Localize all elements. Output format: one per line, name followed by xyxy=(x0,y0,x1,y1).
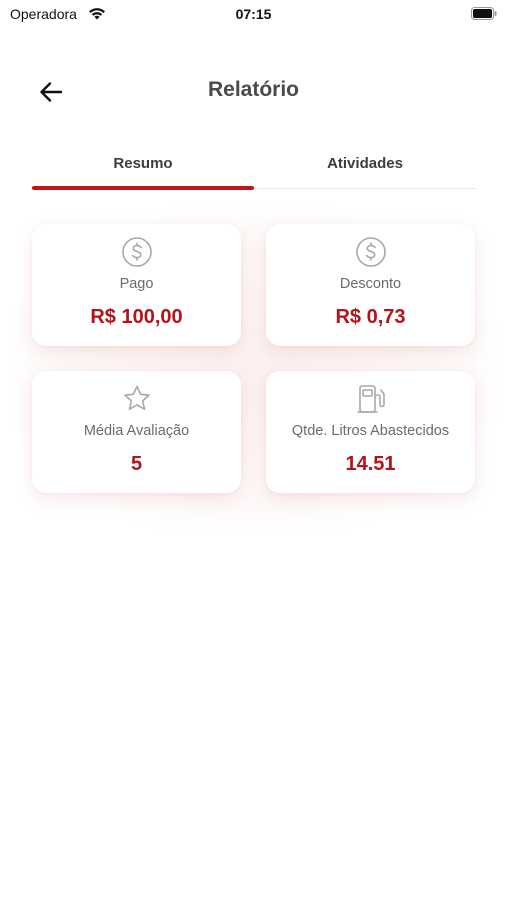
tab-resumo-label: Resumo xyxy=(113,155,173,172)
card-pago: Pago R$ 100,00 xyxy=(32,224,241,346)
card-media-avaliacao: Média Avaliação 5 xyxy=(32,371,241,493)
page-title: Relatório xyxy=(207,78,299,101)
tab-atividades-label: Atividades xyxy=(327,155,403,172)
star-icon xyxy=(123,385,150,410)
card-media-avaliacao-value: 5 xyxy=(130,453,143,475)
status-bar: Operadora 07:15 xyxy=(0,0,507,28)
dollar-circle-icon xyxy=(355,237,386,267)
card-desconto-value: R$ 0,73 xyxy=(335,306,406,328)
card-litros-label: Qtde. Litros Abastecidos xyxy=(291,423,450,439)
card-pago-value: R$ 100,00 xyxy=(90,306,183,328)
tab-bar: Resumo Atividades xyxy=(32,148,476,190)
fuel-pump-icon xyxy=(356,385,385,413)
tab-atividades[interactable]: Atividades xyxy=(254,148,476,188)
card-litros-abastecidos: Qtde. Litros Abastecidos 14.51 xyxy=(266,371,475,493)
clock: 07:15 xyxy=(235,6,272,22)
battery-icon xyxy=(471,7,497,20)
card-desconto: Desconto R$ 0,73 xyxy=(266,224,475,346)
card-desconto-label: Desconto xyxy=(339,276,402,292)
card-litros-value: 14.51 xyxy=(345,453,396,475)
active-tab-indicator xyxy=(32,186,254,190)
tab-resumo[interactable]: Resumo xyxy=(32,148,254,188)
card-media-avaliacao-label: Média Avaliação xyxy=(83,423,190,439)
dollar-circle-icon xyxy=(121,237,152,267)
card-pago-label: Pago xyxy=(119,276,154,292)
